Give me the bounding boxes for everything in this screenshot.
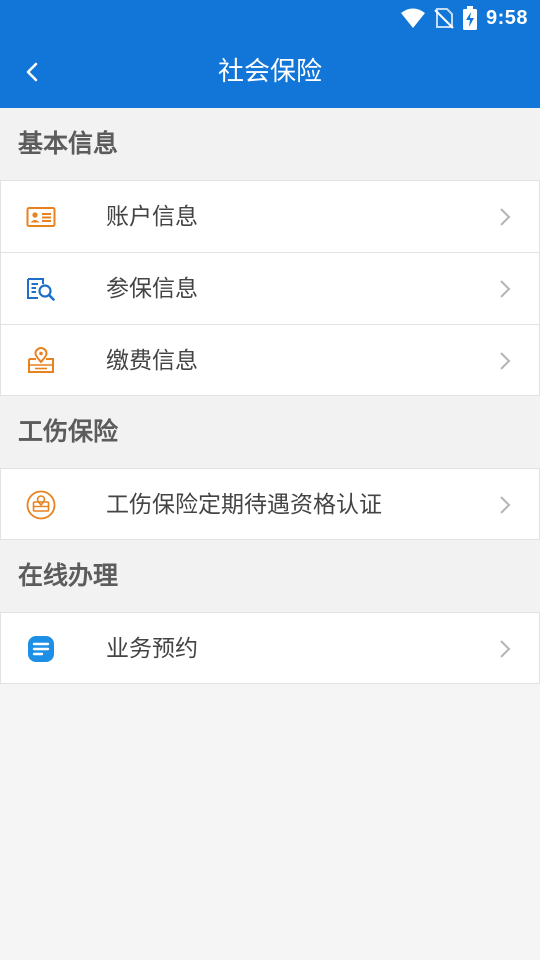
battery-charging-icon bbox=[462, 6, 477, 30]
chevron-right-icon bbox=[500, 208, 511, 226]
status-bar: 9:58 bbox=[0, 0, 540, 36]
list-item-label: 业务预约 bbox=[106, 636, 198, 662]
back-arrow-icon bbox=[26, 62, 38, 82]
id-card-icon bbox=[25, 201, 57, 233]
appointment-icon bbox=[25, 633, 57, 665]
certification-icon bbox=[25, 489, 57, 521]
list-item-label: 工伤保险定期待遇资格认证 bbox=[106, 492, 382, 518]
content: 基本信息 账户信息 参保信息 缴费信息 工伤保险 工伤保险定期待遇资格认证 在线… bbox=[0, 108, 540, 684]
page-title: 社会保险 bbox=[217, 57, 322, 87]
back-button[interactable] bbox=[8, 48, 56, 96]
status-icons: 9:58 bbox=[400, 0, 528, 36]
chevron-right-icon bbox=[500, 280, 511, 298]
no-sim-icon bbox=[434, 8, 454, 29]
status-time: 9:58 bbox=[485, 6, 528, 29]
app-bar: 社会保险 bbox=[0, 36, 540, 108]
section-header-work-injury: 工伤保险 bbox=[0, 396, 540, 468]
section-header-basic-info: 基本信息 bbox=[0, 108, 540, 180]
list-item-appointment[interactable]: 业务预约 bbox=[0, 612, 540, 684]
list-item-account-info[interactable]: 账户信息 bbox=[0, 180, 540, 252]
list-item-label: 账户信息 bbox=[106, 204, 198, 230]
chevron-right-icon bbox=[500, 352, 511, 370]
list-item-label: 缴费信息 bbox=[106, 348, 198, 374]
payment-location-icon bbox=[25, 345, 57, 377]
chevron-right-icon bbox=[500, 640, 511, 658]
list-item-insurance-info[interactable]: 参保信息 bbox=[0, 252, 540, 324]
chevron-right-icon bbox=[500, 496, 511, 514]
wifi-icon bbox=[400, 8, 425, 28]
list-item-payment-info[interactable]: 缴费信息 bbox=[0, 324, 540, 396]
document-search-icon bbox=[25, 273, 57, 305]
list-item-label: 参保信息 bbox=[106, 276, 198, 302]
section-header-online-service: 在线办理 bbox=[0, 540, 540, 612]
list-item-injury-certification[interactable]: 工伤保险定期待遇资格认证 bbox=[0, 468, 540, 540]
